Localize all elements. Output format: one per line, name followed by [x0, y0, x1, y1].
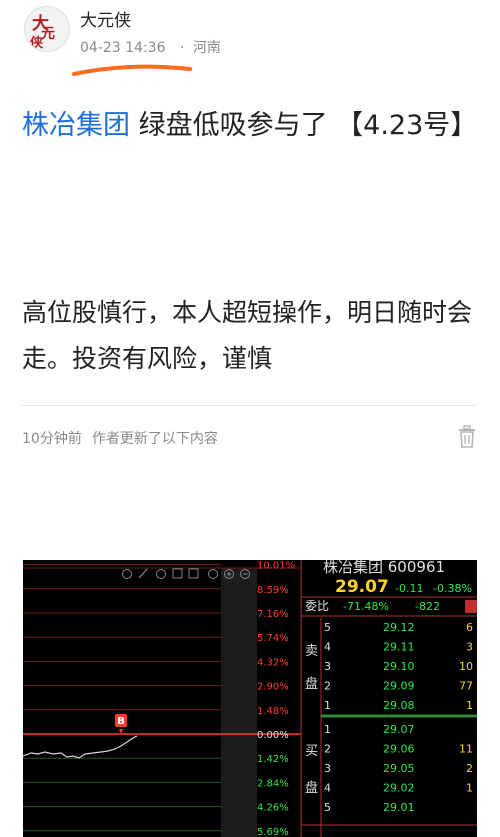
ask-volume: 6: [466, 621, 473, 634]
bid-level: 1: [324, 723, 331, 736]
weicha-value: -822: [415, 600, 440, 613]
intraday-panel: [23, 560, 301, 837]
trading-chart-svg: 10.01% 8.59% 7.16% 5.74% 4.32% 2.90% 1.48% 0.00…: [23, 560, 477, 837]
percent-label-up: 8.59%: [257, 585, 289, 596]
post-time: 04-23 14:36: [80, 40, 166, 56]
bid-volume: 1: [466, 782, 473, 795]
bid-price: 29.07: [383, 723, 415, 736]
percent-label-down: 1.42%: [257, 754, 289, 765]
sell-button-partial[interactable]: [465, 600, 477, 613]
update-age: 10分钟前: [22, 431, 82, 447]
update-bar: 10分钟前 作者更新了以下内容: [22, 428, 218, 448]
ask-price: 29.10: [383, 660, 415, 673]
avatar-char-3: 侠: [30, 36, 44, 51]
weibi-label: 委比: [305, 599, 329, 613]
bid-volume: 2: [466, 762, 473, 775]
percent-label-up: 2.90%: [257, 682, 289, 693]
ask-volume: 77: [459, 680, 473, 693]
bid-volume: 11: [459, 743, 473, 756]
price-change: -0.11: [395, 582, 423, 595]
percent-label-zero: 0.00%: [257, 730, 289, 741]
ask-volume: 3: [466, 641, 473, 654]
percent-label-down: 5.69%: [257, 827, 289, 837]
ask-level: 4: [324, 641, 331, 654]
trading-screenshot[interactable]: 10.01% 8.59% 7.16% 5.74% 4.32% 2.90% 1.48% 0.00…: [23, 560, 477, 837]
ask-volume: 1: [466, 699, 473, 712]
bid-level: 2: [324, 743, 331, 756]
percent-label-down: 4.26%: [257, 803, 289, 814]
ask-price: 29.08: [383, 699, 415, 712]
volume-strip: [221, 568, 257, 837]
weibi-value: -71.48%: [343, 600, 389, 613]
bid-level: 4: [324, 782, 331, 795]
buy-side-label-1: 买: [305, 744, 318, 759]
bid-level: 3: [324, 762, 331, 775]
bid-price: 29.06: [383, 743, 415, 756]
post-region: 河南: [192, 40, 221, 56]
ask-price: 29.11: [383, 641, 415, 654]
trash-icon[interactable]: [456, 425, 478, 449]
current-price: 29.07: [335, 577, 389, 597]
update-message: 作者更新了以下内容: [91, 431, 218, 447]
percent-label-up: 10.01%: [257, 561, 295, 572]
ask-level: 3: [324, 660, 331, 673]
percent-label-up: 5.74%: [257, 633, 289, 644]
ask-level: 5: [324, 621, 331, 634]
divider: [22, 405, 478, 406]
post-body: 高位股慎行，本人超短操作，明日随时会走。投资有风险，谨慎: [22, 298, 473, 373]
ask-level: 1: [324, 699, 331, 712]
percent-label-up: 7.16%: [257, 609, 289, 620]
ask-price: 29.12: [383, 621, 415, 634]
author-name[interactable]: 大元侠: [80, 6, 131, 31]
sell-side-label-1: 卖: [305, 644, 318, 659]
percent-label-up: 4.32%: [257, 657, 289, 668]
avatar-char-2: 元: [41, 26, 55, 42]
ask-volume: 10: [459, 660, 473, 673]
buy-side-label-2: 盘: [305, 780, 318, 796]
orange-underline-annotation: [72, 64, 192, 76]
title-text: 绿盘低吸参与了 【4.23号】: [130, 110, 478, 141]
percent-label-down: 2.84%: [257, 778, 289, 789]
sell-side-label-2: 盘: [305, 676, 318, 692]
avatar[interactable]: 大 元 侠: [24, 6, 70, 52]
post-title: 株冶集团 绿盘低吸参与了 【4.23号】: [22, 104, 482, 148]
buy-marker-label: B: [117, 716, 125, 727]
meta-separator: ·: [179, 40, 185, 56]
bid-level: 5: [324, 801, 331, 814]
ask-price: 29.09: [383, 680, 415, 693]
ask-level: 2: [324, 680, 331, 693]
post-header: 大 元 侠 大元侠 04-23 14:36 · 河南: [0, 0, 500, 80]
bid-price: 29.02: [383, 782, 415, 795]
bid-price: 29.01: [383, 801, 415, 814]
stock-name-code: 株冶集团 600961: [323, 560, 445, 576]
price-change-pct: -0.38%: [433, 582, 472, 595]
post-meta: 04-23 14:36 · 河南: [80, 37, 221, 57]
stock-link[interactable]: 株冶集团: [22, 110, 130, 141]
percent-label-up: 1.48%: [257, 706, 289, 717]
bid-price: 29.05: [383, 762, 415, 775]
